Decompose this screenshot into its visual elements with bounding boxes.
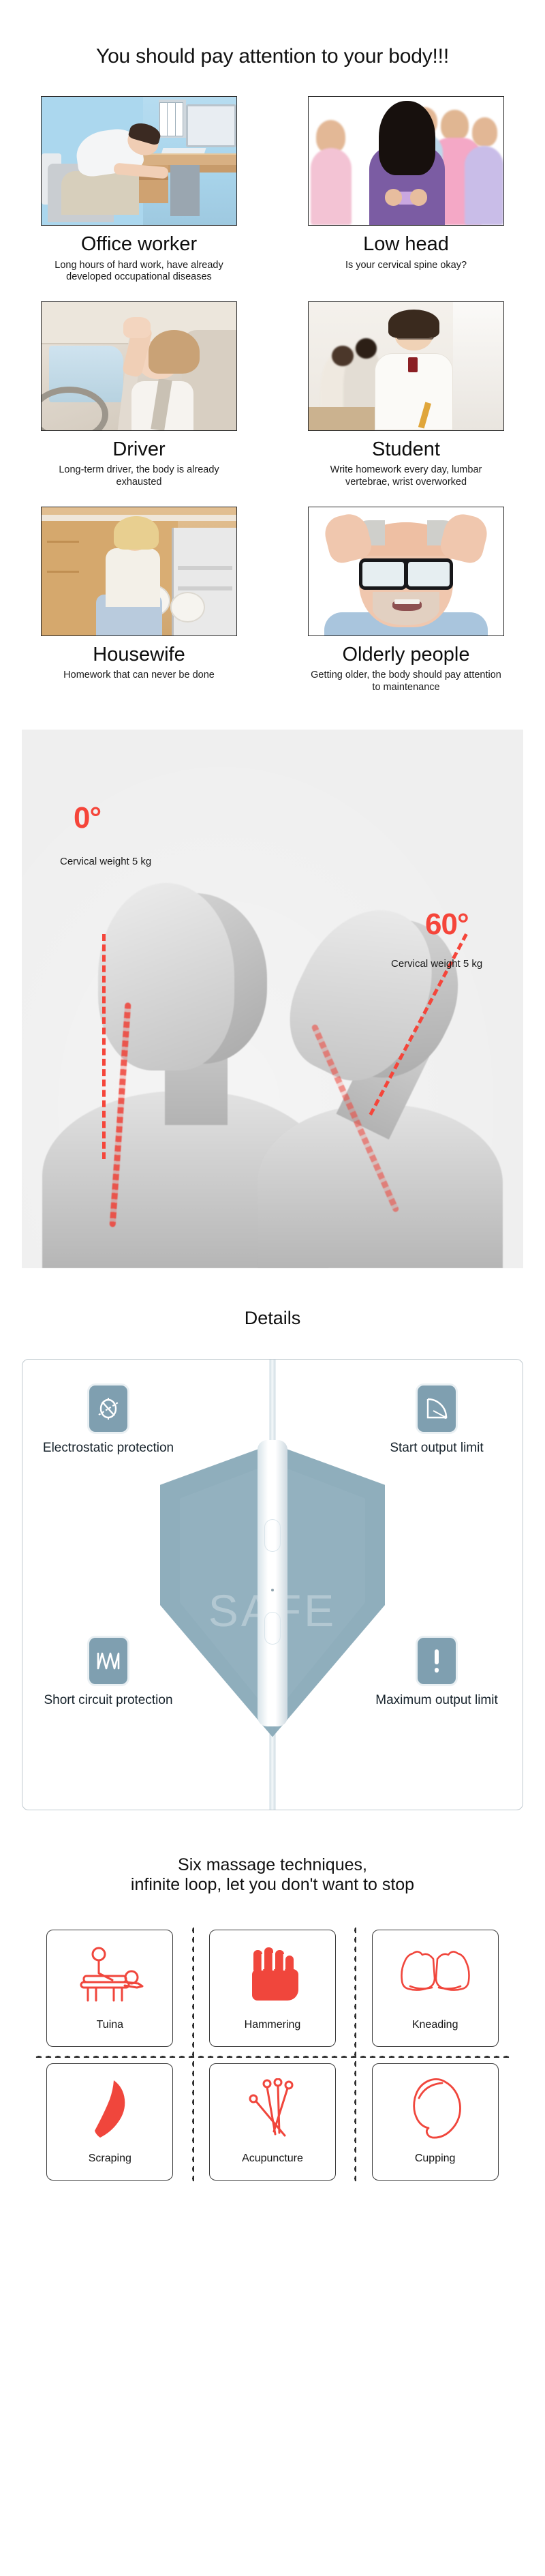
technique-cell: Hammering [191,1921,354,2055]
elderly-photo [308,506,504,636]
angle-sixty-caption: Cervical weight 5 kg [391,957,483,970]
remote-controller [258,1439,287,1726]
feature-label: Maximum output limit [375,1692,498,1707]
massage-title-line2: infinite loop, let you don't want to sto… [130,1875,415,1895]
technique-card-cupping[interactable]: Cupping [371,2063,499,2181]
technique-card-acupuncture[interactable]: Acupuncture [208,2063,336,2181]
persona-name: Housewife [93,643,185,665]
cervical-angle-section: 0° Cervical weight 5 kg 60° Cervical wei… [0,729,545,1268]
driver-photo [41,301,237,431]
waveform-icon [89,1637,127,1684]
electrostatic-icon [89,1385,127,1432]
persona-desc: Long hours of hard work, have already de… [54,259,223,283]
massage-grid: Tuina Hammering Kneading Scraping Acupun… [29,1921,516,2189]
zero-degree-dashed-line [102,933,106,1159]
technique-label: Scraping [88,2152,131,2164]
technique-label: Hammering [244,2018,301,2031]
low-head-photo [308,96,504,226]
technique-card-hammering[interactable]: Hammering [208,1929,336,2047]
persona-desc: Getting older, the body should pay atten… [311,670,501,693]
technique-label: Acupuncture [242,2152,303,2164]
technique-cell: Kneading [354,1921,516,2055]
massage-title-line1: Six massage techniques, [178,1855,367,1874]
persona-card-driver: Driver Long-term driver, the body is alr… [22,301,256,489]
housewife-photo [41,506,237,636]
feature-label: Short circuit protection [44,1692,173,1707]
persona-card-student: Student Write homework every day, lumbar… [289,301,523,489]
angle-zero-value: 0° [74,800,102,835]
details-panel: SAFE Electrostatic protection [22,1358,523,1810]
massage-techniques-section: Six massage techniques, infinite loop, l… [0,1855,545,2189]
persona-desc: Write homework every day, lumbar vertebr… [330,464,482,488]
angle-zero-caption: Cervical weight 5 kg [60,855,152,867]
details-section: Details SAFE Ele [0,1308,545,1810]
feature-label: Start output limit [390,1440,484,1455]
technique-card-tuina[interactable]: Tuina [46,1929,174,2047]
feature-electrostatic-protection: Electrostatic protection [33,1385,183,1456]
technique-cell: Scraping [29,2055,191,2189]
fist-icon [245,1944,300,2007]
persona-name: Olderly people [342,643,470,665]
exclamation-icon [418,1637,456,1684]
persona-name: Driver [112,438,166,460]
persona-name: Low head [363,233,449,256]
gua-sha-scraper-icon [84,2078,136,2140]
feature-label: Electrostatic protection [42,1440,174,1455]
technique-cell: Cupping [354,2055,516,2189]
hero-section: You should pay attention to your body!!! [0,0,545,701]
persona-card-elderly: Olderly people Getting older, the body s… [289,506,523,694]
student-photo [308,301,504,431]
feature-start-output-limit: Start output limit [362,1385,512,1456]
page-title: You should pay attention to your body!!! [96,45,449,68]
cupping-jar-icon [405,2078,465,2140]
technique-card-kneading[interactable]: Kneading [371,1929,499,2047]
persona-grid: Office worker Long hours of hard work, h… [22,96,523,693]
persona-card-housewife: Housewife Homework that can never be don… [22,506,256,694]
two-hands-kneading-icon [398,1944,473,2007]
angle-gauge-icon [418,1385,456,1432]
persona-desc: Is your cervical spine okay? [345,259,467,271]
persona-desc: Homework that can never be done [63,670,215,681]
massage-title: Six massage techniques, infinite loop, l… [0,1855,545,1896]
cervical-angle-diagram: 0° Cervical weight 5 kg 60° Cervical wei… [22,729,523,1268]
technique-card-scraping[interactable]: Scraping [46,2063,174,2181]
acupuncture-needles-icon [241,2078,304,2140]
feature-maximum-output-limit: Maximum output limit [362,1637,512,1708]
persona-name: Student [372,438,440,460]
office-worker-photo [41,96,237,226]
details-title: Details [244,1307,301,1328]
product-detail-page: You should pay attention to your body!!! [0,0,545,2230]
grid-divider-horizontal [34,2054,511,2058]
technique-cell: Acupuncture [191,2055,354,2189]
technique-label: Kneading [411,2018,458,2031]
persona-card-low-head: Low head Is your cervical spine okay? [289,96,523,284]
technique-cell: Tuina [29,1921,191,2055]
persona-desc: Long-term driver, the body is already ex… [59,464,219,488]
technique-label: Cupping [414,2152,456,2164]
feature-short-circuit-protection: Short circuit protection [33,1637,183,1708]
persona-name: Office worker [80,233,198,256]
angle-sixty-value: 60° [425,907,469,941]
massage-table-icon [74,1944,145,2007]
technique-label: Tuina [96,2018,124,2031]
persona-card-office-worker: Office worker Long hours of hard work, h… [22,96,256,284]
